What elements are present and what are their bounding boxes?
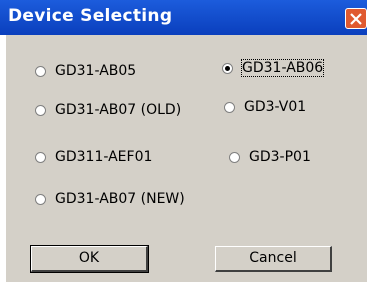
radio-button-icon[interactable] <box>224 101 235 113</box>
radio-button-icon[interactable] <box>35 193 46 205</box>
radio-label: GD31-AB07 (NEW) <box>55 191 185 207</box>
radio-gd3-v01[interactable]: GD3-V01 <box>224 99 306 115</box>
radio-label: GD3-V01 <box>244 99 307 115</box>
radio-label: GD31-AB06 <box>240 59 325 77</box>
radio-button-icon[interactable] <box>35 65 46 77</box>
radio-label: GD311-AEF01 <box>55 149 153 165</box>
close-button[interactable] <box>345 8 367 29</box>
radio-button-icon[interactable] <box>35 151 46 163</box>
ok-button[interactable]: OK <box>30 245 149 273</box>
radio-gd31-ab06[interactable]: GD31-AB06 <box>222 59 325 77</box>
dialog-content: GD31-AB05 GD31-AB06 GD31-AB07 (OLD) GD3-… <box>6 35 367 282</box>
radio-gd311-aef01[interactable]: GD311-AEF01 <box>35 149 152 165</box>
radio-gd3-p01[interactable]: GD3-P01 <box>229 149 311 165</box>
dialog-body: GD31-AB05 GD31-AB06 GD31-AB07 (OLD) GD3-… <box>0 35 367 282</box>
device-selecting-dialog: Device Selecting GD31-AB05 GD31-AB06 GD3… <box>0 0 367 282</box>
radio-button-icon[interactable] <box>35 104 46 116</box>
radio-gd31-ab07-new[interactable]: GD31-AB07 (NEW) <box>35 191 185 207</box>
radio-gd31-ab07-old[interactable]: GD31-AB07 (OLD) <box>35 102 181 118</box>
radio-button-icon[interactable] <box>229 151 240 163</box>
cancel-button[interactable]: Cancel <box>215 246 332 272</box>
dialog-title: Device Selecting <box>8 6 173 26</box>
close-icon <box>350 13 362 25</box>
title-bar[interactable]: Device Selecting <box>0 0 367 35</box>
radio-gd31-ab05[interactable]: GD31-AB05 <box>35 63 136 79</box>
radio-label: GD3-P01 <box>249 149 311 165</box>
radio-button-selected-icon[interactable] <box>222 62 233 74</box>
radio-label: GD31-AB05 <box>55 63 137 79</box>
radio-label: GD31-AB07 (OLD) <box>55 102 182 118</box>
